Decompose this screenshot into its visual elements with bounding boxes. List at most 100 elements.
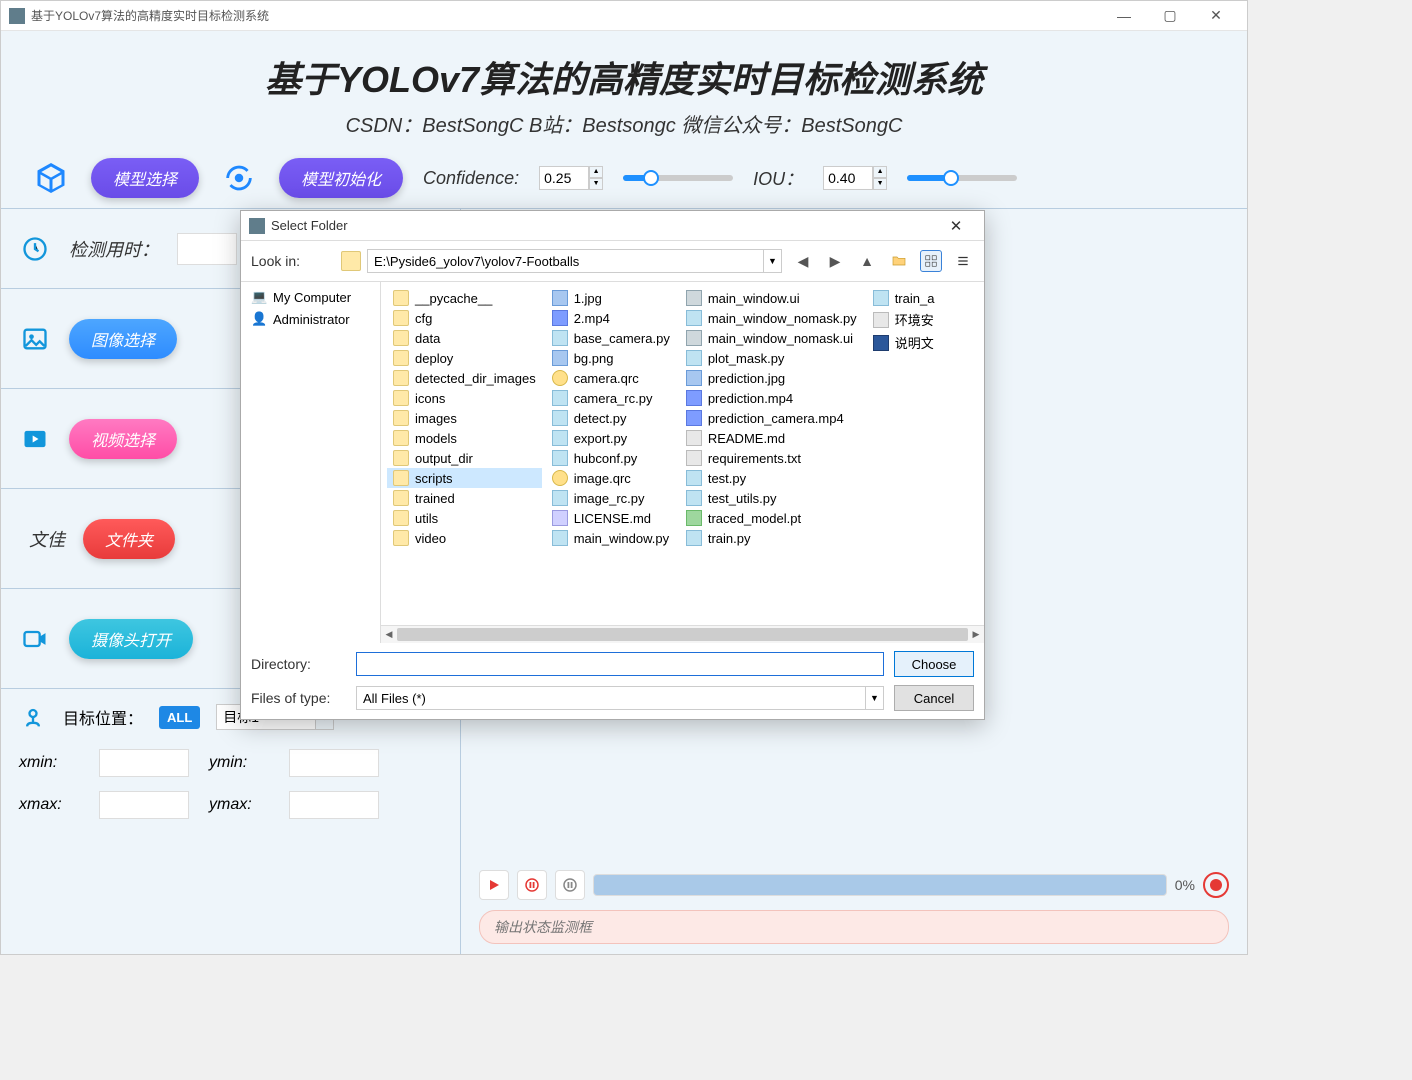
close-button[interactable]: ✕ <box>1193 1 1239 31</box>
file-item[interactable]: requirements.txt <box>680 448 863 468</box>
pause-button[interactable] <box>517 870 547 900</box>
iou-label: IOU： <box>753 165 803 191</box>
file-item[interactable]: 环境安 <box>867 308 941 331</box>
file-item[interactable]: plot_mask.py <box>680 348 863 368</box>
confidence-slider[interactable] <box>623 175 733 181</box>
confidence-value[interactable] <box>539 166 589 190</box>
file-item[interactable]: prediction.jpg <box>680 368 863 388</box>
file-item[interactable]: LICENSE.md <box>546 508 676 528</box>
record-button[interactable] <box>1203 872 1229 898</box>
file-item[interactable]: detect.py <box>546 408 676 428</box>
file-item[interactable]: deploy <box>387 348 542 368</box>
model-init-button[interactable]: 模型初始化 <box>279 158 403 198</box>
tree-administrator[interactable]: 👤Administrator <box>245 308 376 330</box>
filetype-select[interactable]: ▼ <box>356 686 884 710</box>
confidence-up[interactable]: ▲ <box>589 166 603 178</box>
file-item[interactable]: models <box>387 428 542 448</box>
file-item[interactable]: camera_rc.py <box>546 388 676 408</box>
file-item[interactable]: export.py <box>546 428 676 448</box>
stop-button[interactable] <box>555 870 585 900</box>
video-select-button[interactable]: 视频选择 <box>69 419 177 459</box>
folder-button[interactable]: 文件夹 <box>83 519 175 559</box>
chevron-down-icon[interactable]: ▼ <box>866 686 884 710</box>
scroll-right[interactable]: ▶ <box>968 626 984 643</box>
file-item[interactable]: images <box>387 408 542 428</box>
output-status[interactable] <box>479 910 1229 944</box>
scrollbar-thumb[interactable] <box>397 628 968 641</box>
file-item[interactable]: image_rc.py <box>546 488 676 508</box>
file-item[interactable]: 1.jpg <box>546 288 676 308</box>
mp4-icon <box>552 310 568 326</box>
img-icon <box>552 290 568 306</box>
file-item[interactable]: traced_model.pt <box>680 508 863 528</box>
dialog-tree[interactable]: 💻My Computer 👤Administrator <box>241 282 381 643</box>
play-button[interactable] <box>479 870 509 900</box>
choose-button[interactable]: Choose <box>894 651 974 677</box>
minimize-button[interactable]: — <box>1101 1 1147 31</box>
directory-input[interactable] <box>356 652 884 676</box>
file-item[interactable]: output_dir <box>387 448 542 468</box>
maximize-button[interactable]: ▢ <box>1147 1 1193 31</box>
cancel-button[interactable]: Cancel <box>894 685 974 711</box>
progress-bar[interactable] <box>593 874 1167 896</box>
file-item[interactable]: trained <box>387 488 542 508</box>
path-input[interactable] <box>367 249 764 273</box>
file-item[interactable]: __pycache__ <box>387 288 542 308</box>
model-select-button[interactable]: 模型选择 <box>91 158 199 198</box>
file-item[interactable]: utils <box>387 508 542 528</box>
confidence-spinner[interactable]: ▲▼ <box>539 166 603 190</box>
file-item[interactable]: detected_dir_images <box>387 368 542 388</box>
file-item[interactable]: 说明文 <box>867 331 941 354</box>
iou-down[interactable]: ▼ <box>873 178 887 190</box>
iou-up[interactable]: ▲ <box>873 166 887 178</box>
xmax-value <box>99 791 189 819</box>
camera-open-button[interactable]: 摄像头打开 <box>69 619 193 659</box>
file-item[interactable]: scripts <box>387 468 542 488</box>
file-item[interactable]: 2.mp4 <box>546 308 676 328</box>
file-item[interactable]: image.qrc <box>546 468 676 488</box>
iou-slider[interactable] <box>907 175 1017 181</box>
confidence-down[interactable]: ▼ <box>589 178 603 190</box>
file-item[interactable]: test.py <box>680 468 863 488</box>
file-item[interactable]: prediction.mp4 <box>680 388 863 408</box>
path-selector[interactable]: ▼ <box>341 249 782 273</box>
new-folder-button[interactable] <box>888 250 910 272</box>
file-item[interactable]: bg.png <box>546 348 676 368</box>
view-list-button[interactable] <box>952 250 974 272</box>
app-subtitle: CSDN：BestSongC B站：Bestsongc 微信公众号：BestSo… <box>1 109 1247 138</box>
file-item[interactable]: cfg <box>387 308 542 328</box>
chevron-down-icon[interactable]: ▼ <box>764 249 782 273</box>
nav-up-button[interactable]: ▲ <box>856 250 878 272</box>
file-item[interactable]: data <box>387 328 542 348</box>
image-select-button[interactable]: 图像选择 <box>69 319 177 359</box>
file-item[interactable]: prediction_camera.mp4 <box>680 408 863 428</box>
scroll-left[interactable]: ◀ <box>381 626 397 643</box>
all-chip[interactable]: ALL <box>159 706 200 729</box>
file-item[interactable]: main_window.ui <box>680 288 863 308</box>
file-name: test.py <box>708 471 746 486</box>
file-item[interactable]: train_a <box>867 288 941 308</box>
dialog-close-button[interactable]: ✕ <box>936 217 976 235</box>
file-item[interactable]: icons <box>387 388 542 408</box>
iou-spinner[interactable]: ▲▼ <box>823 166 887 190</box>
iou-value[interactable] <box>823 166 873 190</box>
file-item[interactable]: test_utils.py <box>680 488 863 508</box>
file-item[interactable]: main_window_nomask.py <box>680 308 863 328</box>
file-item[interactable]: video <box>387 528 542 548</box>
file-item[interactable]: camera.qrc <box>546 368 676 388</box>
file-item[interactable]: README.md <box>680 428 863 448</box>
view-grid-button[interactable] <box>920 250 942 272</box>
file-list[interactable]: __pycache__cfgdatadeploydetected_dir_ima… <box>381 282 984 625</box>
tree-my-computer[interactable]: 💻My Computer <box>245 286 376 308</box>
file-item[interactable]: main_window.py <box>546 528 676 548</box>
file-item[interactable]: train.py <box>680 528 863 548</box>
nav-back-button[interactable]: ◀ <box>792 250 814 272</box>
horizontal-scrollbar[interactable]: ◀ ▶ <box>381 625 984 643</box>
window-title: 基于YOLOv7算法的高精度实时目标检测系统 <box>31 7 1101 24</box>
file-item[interactable]: base_camera.py <box>546 328 676 348</box>
file-name: models <box>415 431 457 446</box>
nav-forward-button[interactable]: ▶ <box>824 250 846 272</box>
file-item[interactable]: main_window_nomask.ui <box>680 328 863 348</box>
folder-icon <box>393 330 409 346</box>
file-item[interactable]: hubconf.py <box>546 448 676 468</box>
